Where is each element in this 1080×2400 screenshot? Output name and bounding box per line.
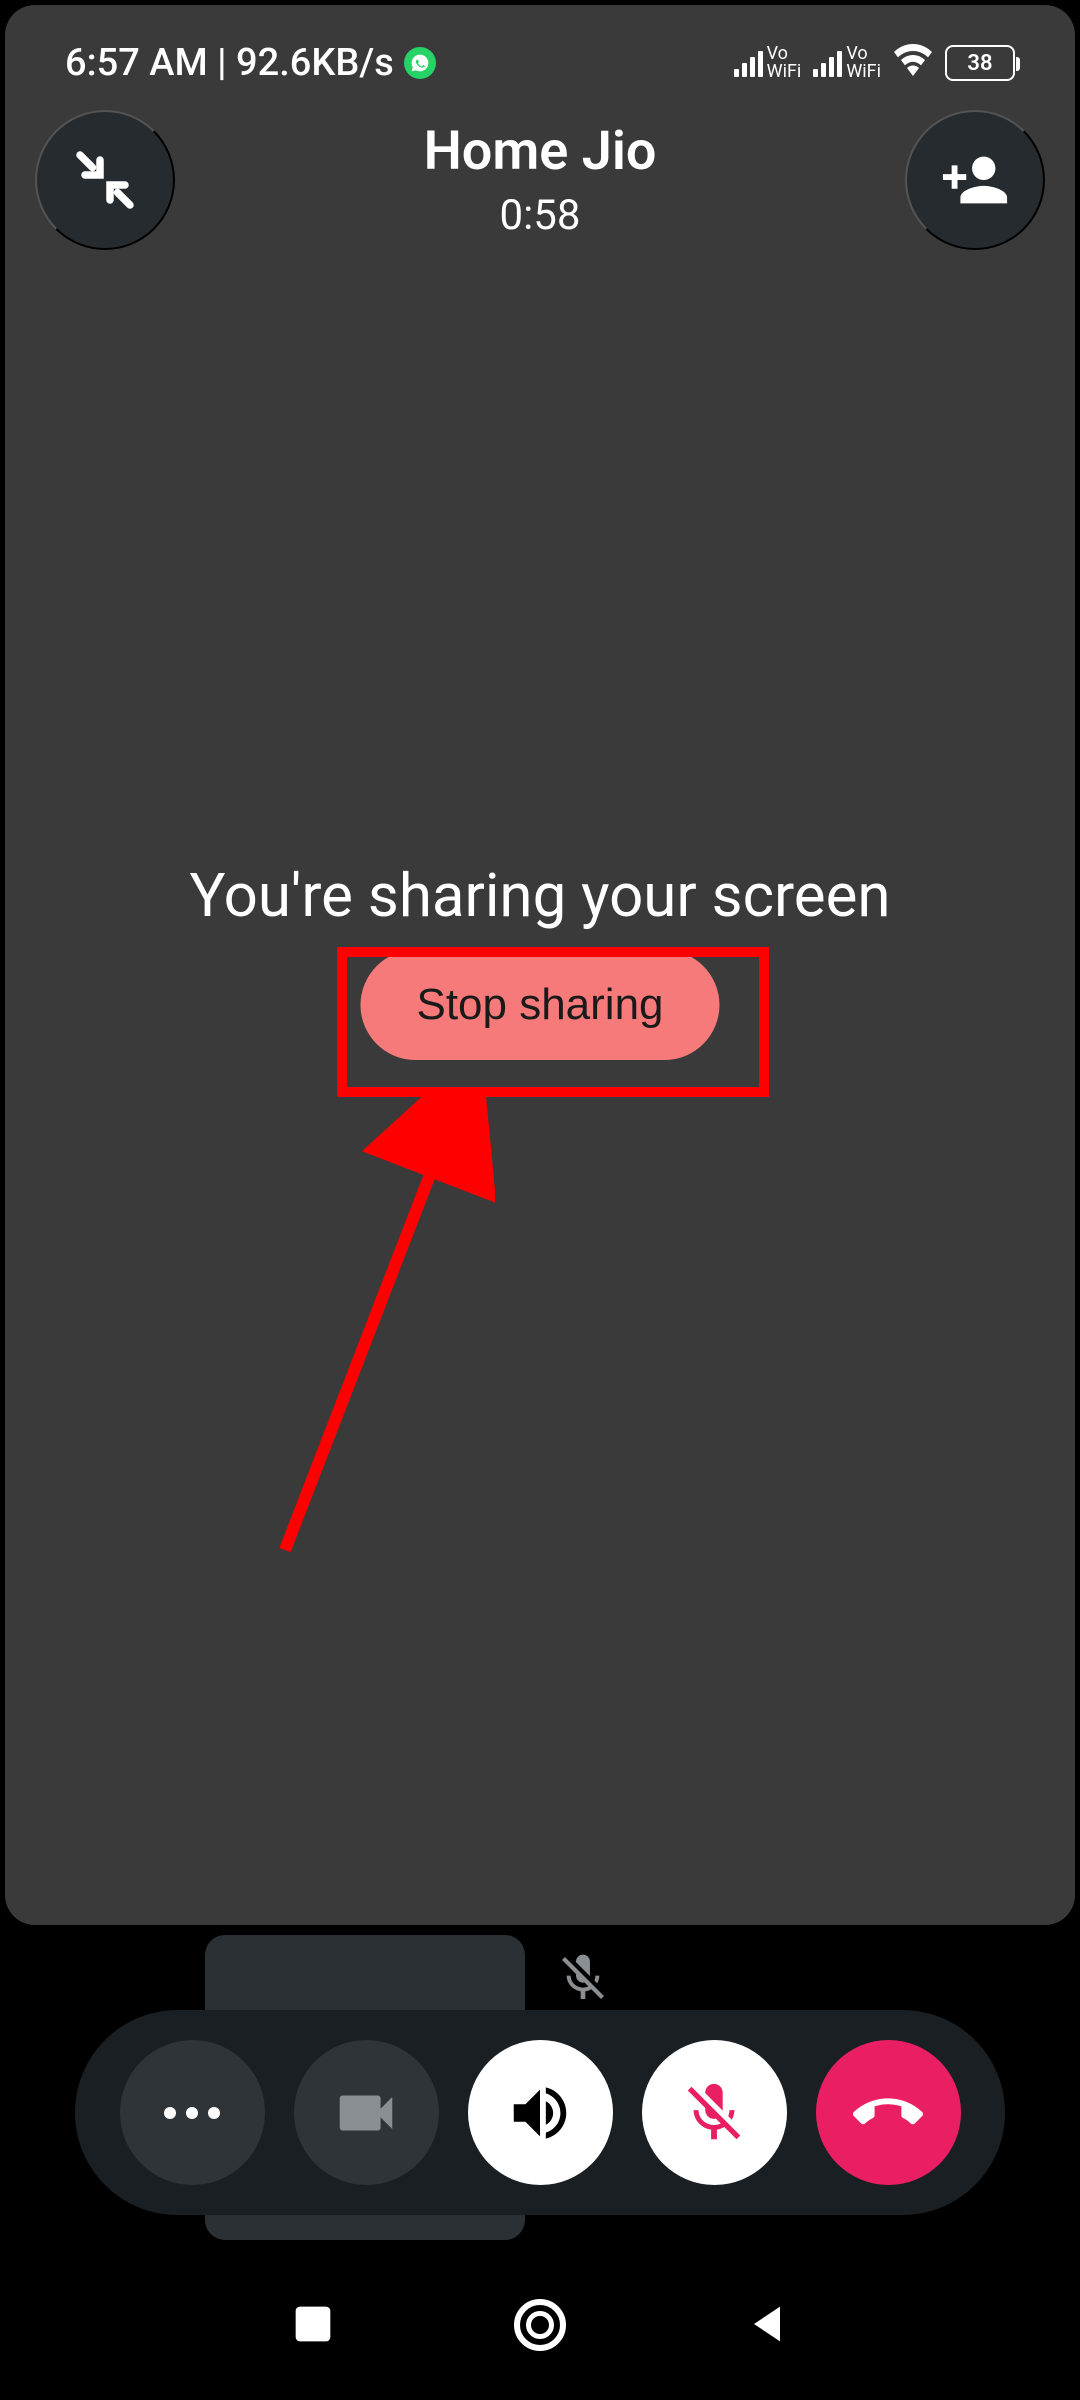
more-options-button[interactable]: [120, 2040, 265, 2185]
pip-muted-mic-icon: [555, 1950, 611, 2010]
video-toggle-button[interactable]: [294, 2040, 439, 2185]
call-duration: 0:58: [424, 191, 657, 240]
add-participant-button[interactable]: [905, 110, 1045, 250]
sharing-message: You're sharing your screen: [5, 860, 1075, 931]
call-controls-bar: [75, 2010, 1005, 2215]
call-screen-area: 6:57 AM | 92.6KB/s VoWiFi: [5, 5, 1075, 1925]
contact-name: Home Jio: [424, 120, 657, 183]
mute-toggle-button[interactable]: [642, 2040, 787, 2185]
speaker-toggle-button[interactable]: [468, 2040, 613, 2185]
back-nav-button[interactable]: [741, 2298, 793, 2353]
android-nav-bar: [0, 2280, 1080, 2370]
end-call-button[interactable]: [816, 2040, 961, 2185]
whatsapp-icon: [404, 47, 436, 79]
signal-2-icon: VoWiFi: [813, 45, 881, 81]
status-time-data: 6:57 AM | 92.6KB/s: [65, 41, 394, 85]
home-nav-button[interactable]: [514, 2299, 566, 2351]
annotation-arrow-icon: [275, 1090, 495, 1570]
battery-indicator: 38: [945, 45, 1015, 81]
stop-sharing-button[interactable]: Stop sharing: [360, 950, 719, 1060]
call-title-block: Home Jio 0:58: [424, 120, 657, 240]
status-bar: 6:57 AM | 92.6KB/s VoWiFi: [5, 33, 1075, 93]
minimize-button[interactable]: [35, 110, 175, 250]
home-circle-icon: [514, 2299, 566, 2351]
signal-1-icon: VoWiFi: [734, 45, 802, 81]
recents-nav-button[interactable]: [287, 2298, 339, 2353]
wifi-icon: [893, 41, 933, 85]
